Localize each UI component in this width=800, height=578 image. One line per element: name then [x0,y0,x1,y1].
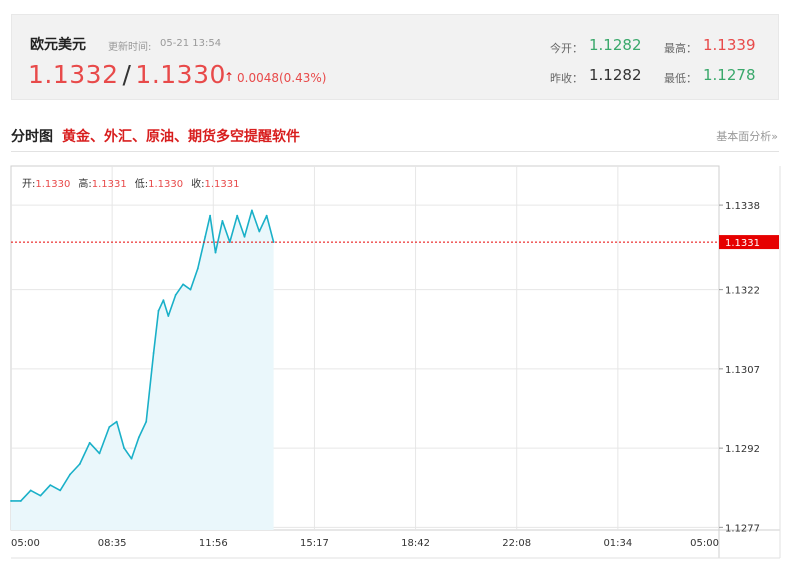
data-point [49,484,52,486]
x-tick-label: 18:42 [401,538,430,549]
data-point [59,489,62,492]
data-point [167,315,170,317]
data-point [78,463,81,465]
data-point [39,494,42,497]
data-point [204,235,207,238]
data-point [29,489,32,492]
data-point [69,473,71,476]
data-point [19,500,22,502]
data-point [174,294,177,296]
ohlc-high-label: 高: [78,179,92,190]
x-tick-label: 22:08 [502,538,531,549]
data-point [243,235,246,238]
x-tick-label: 05:00 [11,538,40,549]
data-point [162,299,165,302]
ohlc-close: 1.1331 [204,179,240,190]
y-tick-label: 1.1322 [725,286,760,297]
ohlc-low: 1.1330 [148,179,184,190]
ohlc-high: 1.1331 [91,179,127,190]
x-tick-label: 05:00 [690,538,719,549]
ohlc-open-label: 开: [22,179,36,190]
ohlc-low-label: 低: [134,179,149,190]
data-point [152,352,155,354]
data-point [182,283,184,286]
data-point [157,309,160,312]
x-tick-label: 15:17 [300,538,329,549]
data-point [98,452,101,455]
data-point [115,420,118,423]
y-tick-label: 1.1277 [725,523,760,534]
series-area [11,210,274,530]
intraday-chart: 05:00 08:35 11:56 15:17 18:42 22:08 01:34 05:00… [10,165,781,559]
data-point [265,214,268,217]
data-point [251,209,253,212]
ohlc-open: 1.1330 [35,179,71,190]
x-tick-label: 08:35 [98,538,127,549]
y-tick-label: 1.1338 [725,201,760,212]
ohlc-readout: 开:1.1330 高:1.1331 低:1.1330 收:1.1331 [22,175,248,190]
y-tick-label: 1.1307 [725,365,760,376]
x-tick-label: 11:56 [199,538,228,549]
data-point [189,288,192,291]
data-point [236,214,239,217]
data-point [130,457,133,460]
data-point [10,500,12,502]
y-tick-label: 1.1292 [725,444,760,455]
data-point [137,436,140,439]
data-point [88,441,91,444]
data-point [209,214,212,217]
data-point [108,426,111,428]
x-tick-label: 01:34 [603,538,632,549]
data-point [214,251,217,254]
data-point [228,241,231,243]
data-point [258,230,261,233]
data-point [196,267,199,270]
data-point [123,447,125,450]
data-point [145,420,148,423]
current-price-label: 1.1331 [725,238,760,249]
data-point [221,220,224,222]
ohlc-close-label: 收: [191,179,205,190]
